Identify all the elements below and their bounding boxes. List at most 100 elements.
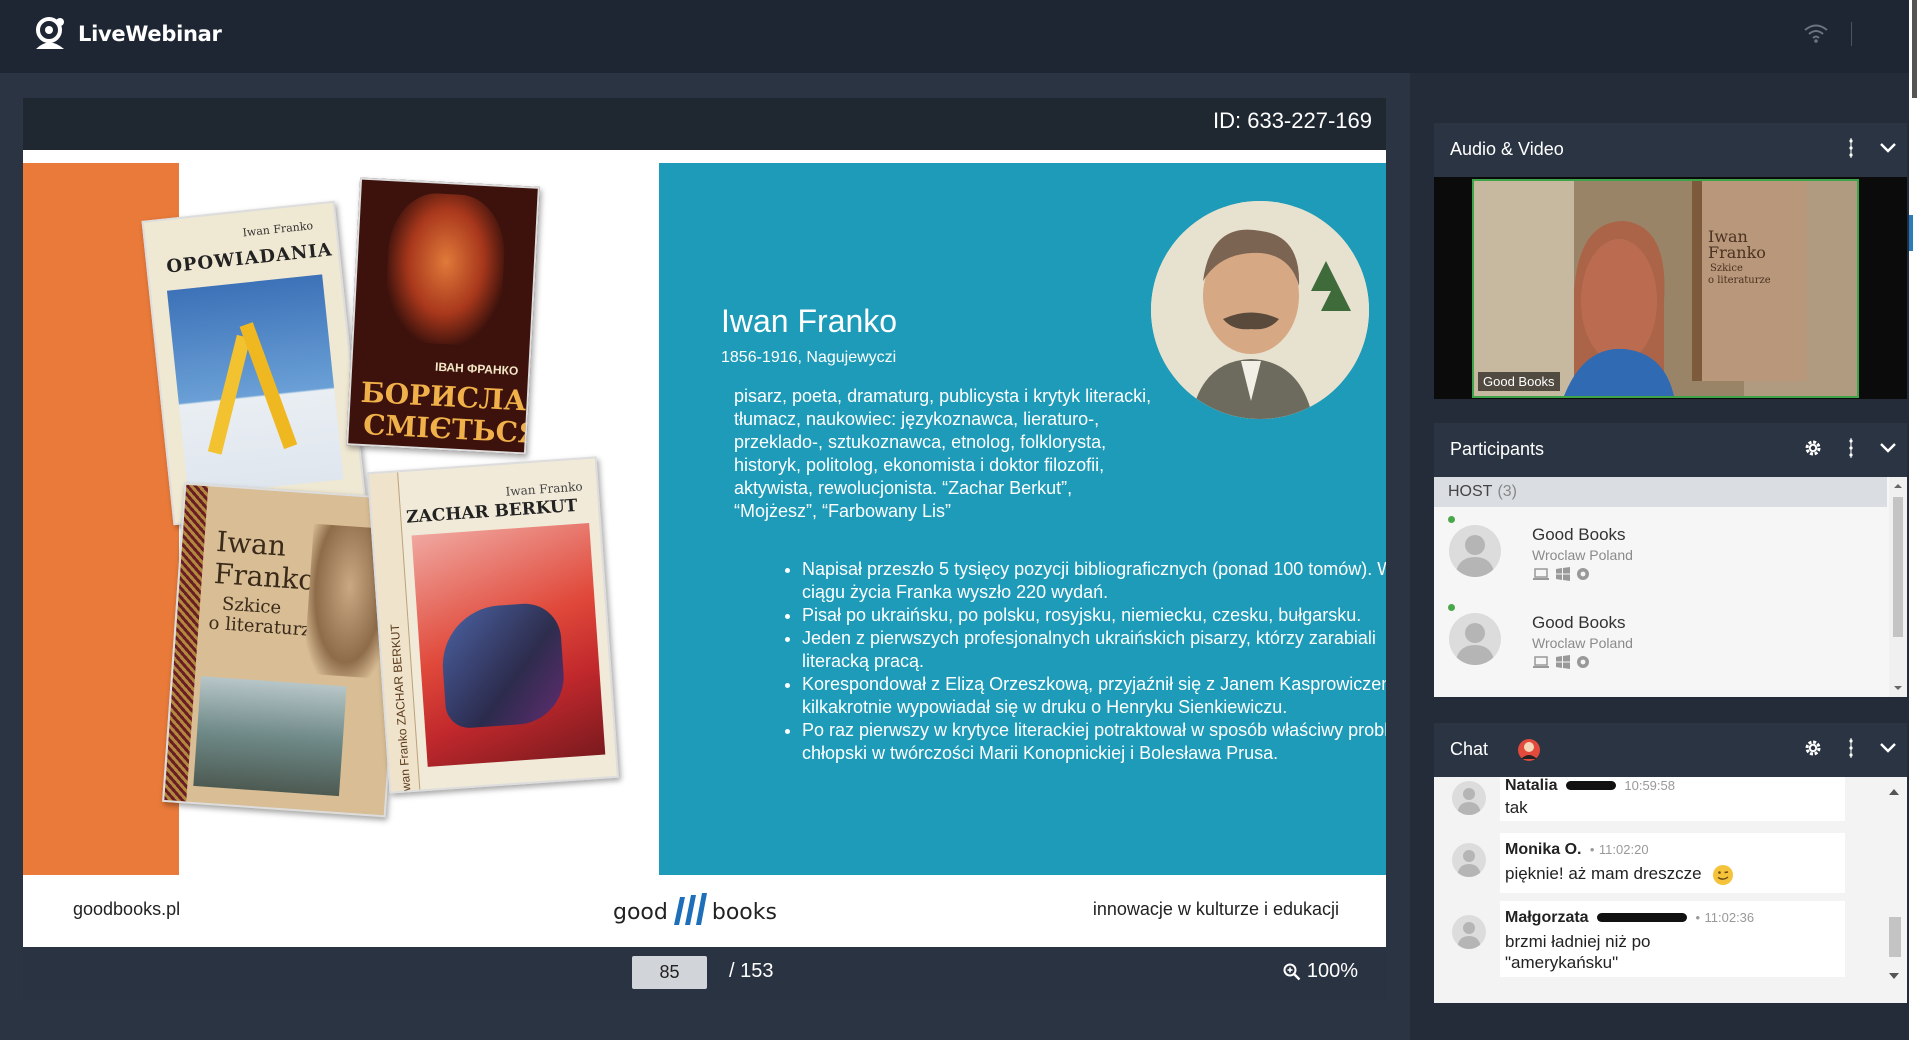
browser-icon: [1577, 568, 1589, 580]
chat-user-badge-icon: [1518, 739, 1540, 761]
message-text: pięknie! aż mam dreszcze: [1505, 863, 1734, 886]
slide-bullets: Napisał przeszło 5 tysięcy pozycji bibli…: [734, 558, 1386, 765]
scroll-down-icon[interactable]: [1881, 969, 1907, 983]
host-count: (3): [1497, 483, 1518, 500]
footer-tagline: innowacje w kulturze i edukacji: [1092, 899, 1339, 919]
message-time: 11:02:20: [1598, 842, 1649, 857]
slide-content-panel: Iwan Franko 1856-1916, Nagujewyczi pisar…: [659, 163, 1386, 875]
user-avatar-icon: [1449, 613, 1501, 665]
participant-name: Good Books: [1532, 525, 1626, 544]
chevron-down-icon[interactable]: [1879, 442, 1897, 454]
user-avatar-icon: [1452, 781, 1486, 815]
logo-word-books: books: [711, 900, 777, 925]
participant-row[interactable]: Good Books Wroclaw Poland: [1434, 507, 1887, 595]
message-author: Monika O.: [1505, 841, 1582, 858]
message-time: 11:02:36: [1704, 910, 1755, 925]
goodbooks-logo: good books: [613, 893, 777, 925]
scroll-up-icon[interactable]: [1889, 480, 1907, 492]
slide-bullet: Po raz pierwszy w krytyce literackiej po…: [802, 719, 1386, 765]
wink-emoji-icon: [1713, 864, 1734, 885]
laptop-icon: [1533, 656, 1549, 668]
more-vert-icon[interactable]: [1843, 438, 1859, 458]
gear-icon[interactable]: [1803, 738, 1823, 758]
redaction-mark: [1565, 781, 1616, 791]
more-vert-icon[interactable]: [1843, 138, 1859, 158]
message-author: Małgorzata: [1505, 909, 1589, 926]
slide-description: pisarz, poeta, dramaturg, publicysta i k…: [734, 386, 1152, 521]
book-cover-opowiadania: Iwan Franko OPOWIADANIA: [141, 200, 367, 526]
chat-message: Monika O. • 11:02:20 pięknie! aż mam dre…: [1500, 833, 1845, 893]
books-stripes-icon: [673, 893, 707, 925]
message-text-content: pięknie! aż mam dreszcze: [1505, 864, 1702, 883]
edge-indicator: [1909, 215, 1913, 251]
portrait-illustration: [1151, 201, 1369, 419]
slide-title: Iwan Franko: [721, 303, 898, 339]
time-separator: •: [1589, 842, 1595, 857]
chat-message: Małgorzata • 11:02:36 brzmi ładniej niż …: [1500, 901, 1845, 977]
slide: Iwan Franko OPOWIADANIA ІВАН ФРАНКО БОРИ…: [23, 150, 1386, 947]
slide-bullet: Napisał przeszło 5 tysięcy pozycji bibli…: [802, 558, 1386, 604]
scrollbar-thumb[interactable]: [1893, 497, 1903, 637]
scrollbar-thumb[interactable]: [1889, 917, 1901, 957]
window-scrollbar[interactable]: [1912, 0, 1917, 98]
chevron-down-icon[interactable]: [1879, 742, 1897, 754]
book-illustration: [166, 274, 344, 496]
message-text: tak: [1505, 798, 1528, 817]
book-title: OPOWIADANIA: [165, 239, 334, 278]
panel-title: Chat: [1450, 739, 1489, 759]
participant-devices: [1532, 567, 1590, 581]
online-indicator: [1448, 604, 1455, 611]
panel-header: Audio & Video: [1434, 123, 1907, 177]
participant-row[interactable]: Good Books Wroclaw Poland: [1434, 595, 1887, 683]
chat-scrollbar[interactable]: [1881, 777, 1907, 1003]
slide-bullet: Pisał po ukraińsku, po polsku, rosyjsku,…: [802, 604, 1386, 627]
message-time: 10:59:58: [1624, 778, 1675, 793]
book-title-line2: Franko: [213, 556, 317, 597]
scroll-down-icon[interactable]: [1889, 682, 1907, 694]
logo-icon: [36, 17, 64, 49]
slide-bullet: Jeden z pierwszych profesjonalnych ukrai…: [802, 627, 1386, 673]
presentation-controls: 85 / 153 100%: [23, 947, 1386, 1000]
slide-bullet: Korespondował z Elizą Orzeszkową, przyja…: [802, 673, 1386, 719]
more-vert-icon[interactable]: [1843, 738, 1859, 758]
panel-title: Participants: [1450, 439, 1545, 459]
host-group-header[interactable]: HOST (3): [1434, 477, 1887, 507]
chat-panel: Chat Natalia 10:59:58 tak Monika O. • 11…: [1434, 723, 1907, 1003]
zoom-control[interactable]: 100%: [1283, 960, 1358, 983]
participant-location: Wroclaw Poland: [1532, 547, 1633, 563]
windows-icon: [1556, 655, 1570, 669]
participants-list: HOST (3) Good Books Wroclaw Poland Good …: [1434, 477, 1907, 697]
video-book-title: o literaturze: [1708, 275, 1771, 286]
message-text: "amerykańsku": [1505, 953, 1619, 972]
scroll-up-icon[interactable]: [1881, 785, 1907, 799]
page-number-input[interactable]: 85: [632, 956, 707, 989]
host-label: HOST: [1448, 483, 1493, 500]
browser-icon: [1577, 656, 1589, 668]
app-logo[interactable]: LiveWebinar: [32, 16, 222, 52]
participant-video[interactable]: Iwan Franko Szkice o literaturze Good Bo…: [1472, 179, 1859, 398]
chevron-down-icon[interactable]: [1879, 142, 1897, 154]
participant-devices: [1532, 655, 1590, 669]
user-avatar-icon: [1452, 843, 1486, 877]
user-avatar-icon: [1452, 915, 1486, 949]
zoom-icon: [1283, 963, 1301, 980]
redaction-mark: [1597, 913, 1688, 923]
audio-video-panel: Audio & Video Iwan Franko Szkice o liter…: [1434, 123, 1907, 399]
participant-location: Wroclaw Poland: [1532, 635, 1633, 651]
book-portrait: [383, 191, 508, 347]
user-avatar-icon: [1449, 525, 1501, 577]
video-book-title: Szkice: [1710, 263, 1743, 274]
video-book: Iwan Franko Szkice o literaturze: [1692, 181, 1807, 381]
slide-footer: goodbooks.pl good books innowacje w kult…: [23, 875, 1386, 947]
top-divider: [1851, 22, 1852, 46]
book-author: ІВАН ФРАНКО: [434, 359, 519, 379]
video-feed[interactable]: Iwan Franko Szkice o literaturze Good Bo…: [1434, 177, 1907, 399]
book-author: Iwan Franko: [241, 219, 314, 240]
chat-message: Natalia 10:59:58 tak: [1500, 777, 1845, 821]
presentation-stage: ID: 633-227-169 Iwan Franko OPOWIADANIA …: [0, 73, 1410, 1040]
video-book-title: Franko: [1708, 243, 1766, 262]
wifi-icon[interactable]: [1803, 22, 1829, 44]
laptop-icon: [1533, 568, 1549, 580]
participants-scrollbar[interactable]: [1889, 477, 1907, 697]
gear-icon[interactable]: [1803, 438, 1823, 458]
